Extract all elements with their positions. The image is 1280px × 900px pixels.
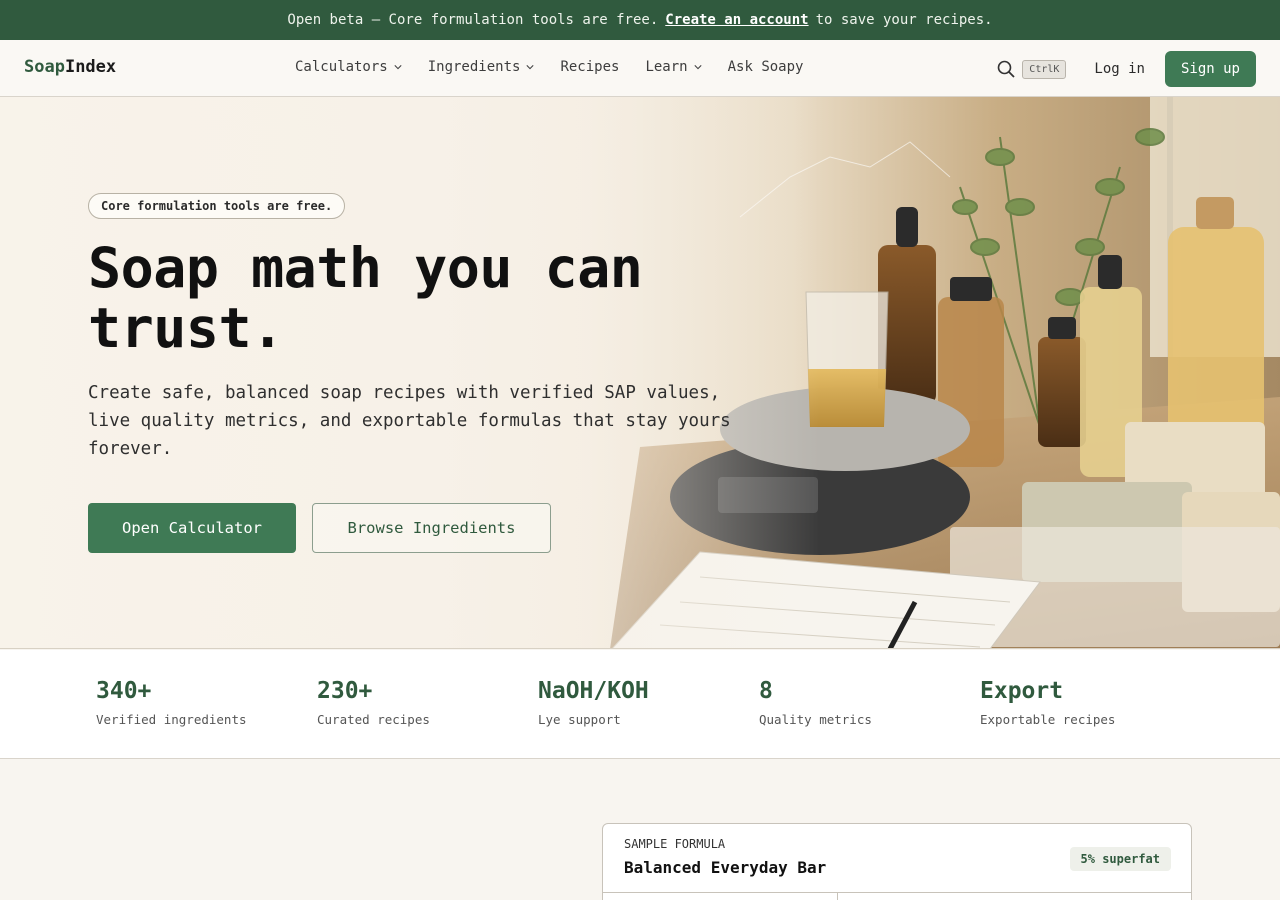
- top-navigation: SoapIndex Calculators Ingredients Recipe…: [0, 40, 1280, 97]
- announcement-banner: Open beta — Core formulation tools are f…: [0, 0, 1280, 40]
- nav-item-learn[interactable]: Learn: [645, 59, 702, 75]
- signup-button[interactable]: Sign up: [1164, 51, 1256, 87]
- sample-formula-card[interactable]: SAMPLE FORMULA Balanced Everyday Bar 5% …: [602, 823, 1192, 900]
- nav-item-ingredients[interactable]: Ingredients: [428, 59, 535, 75]
- stat-value: NaOH/KOH: [538, 678, 649, 704]
- chevron-down-icon: [694, 65, 702, 70]
- stat-label: Verified ingredients: [96, 712, 247, 727]
- hero-badge: Core formulation tools are free.: [88, 193, 346, 219]
- nav-item-label: Calculators: [295, 59, 388, 75]
- chevron-down-icon: [526, 65, 535, 70]
- stat-label: Exportable recipes: [980, 712, 1116, 727]
- search-icon[interactable]: [996, 59, 1016, 79]
- open-calculator-button[interactable]: Open Calculator: [88, 503, 296, 553]
- banner-text: Open beta — Core formulation tools are f…: [287, 12, 659, 28]
- stat-item: 8 Quality metrics: [759, 678, 872, 727]
- nav-item-label: Recipes: [560, 59, 620, 75]
- sample-kicker: SAMPLE FORMULA: [624, 837, 726, 851]
- search-shortcut-hint: CtrlK: [1022, 59, 1067, 79]
- banner-text-after: to save your recipes.: [815, 12, 993, 28]
- nav-actions: CtrlK Log in Sign up: [996, 51, 1256, 87]
- stat-item: 340+ Verified ingredients: [96, 678, 247, 727]
- logo-part-index: Index: [64, 57, 117, 77]
- create-account-link[interactable]: Create an account: [665, 12, 808, 28]
- stat-item: 230+ Curated recipes: [317, 678, 430, 727]
- logo[interactable]: SoapIndex: [24, 57, 116, 77]
- nav-item-calculators[interactable]: Calculators: [295, 59, 402, 75]
- hero-lede: Create safe, balanced soap recipes with …: [88, 383, 731, 459]
- stat-value: Export: [980, 678, 1064, 704]
- main-menu: Calculators Ingredients Recipes Learn As…: [295, 59, 803, 75]
- stat-value: 8: [759, 678, 773, 704]
- nav-item-label: Learn: [645, 59, 688, 75]
- stats-bar: 340+ Verified ingredients 230+ Curated r…: [0, 650, 1280, 759]
- card-column-divider: [837, 892, 838, 900]
- stat-item: Export Exportable recipes: [980, 678, 1115, 727]
- sample-title: Balanced Everyday Bar: [624, 858, 827, 877]
- hero-headline: Soap math you can trust.: [88, 236, 643, 360]
- nav-item-ask-soapy[interactable]: Ask Soapy: [728, 59, 804, 75]
- stat-label: Lye support: [538, 712, 621, 727]
- stat-label: Curated recipes: [317, 712, 430, 727]
- superfat-badge: 5% superfat: [1069, 847, 1171, 871]
- stat-label: Quality metrics: [759, 712, 872, 727]
- stat-item: NaOH/KOH Lye support: [538, 678, 649, 727]
- stat-value: 340+: [96, 678, 152, 704]
- hero-section: Core formulation tools are free. Soap ma…: [0, 97, 1280, 649]
- card-divider: [603, 892, 1191, 893]
- browse-ingredients-button[interactable]: Browse Ingredients: [312, 503, 551, 553]
- nav-item-label: Ask Soapy: [727, 59, 804, 75]
- nav-item-recipes[interactable]: Recipes: [560, 59, 619, 75]
- stat-value: 230+: [317, 678, 373, 704]
- logo-part-soap: Soap: [24, 57, 65, 77]
- nav-item-label: Ingredients: [427, 59, 521, 75]
- login-link[interactable]: Log in: [1094, 61, 1145, 77]
- chevron-down-icon: [394, 65, 402, 70]
- hero-fade-overlay: [0, 97, 820, 648]
